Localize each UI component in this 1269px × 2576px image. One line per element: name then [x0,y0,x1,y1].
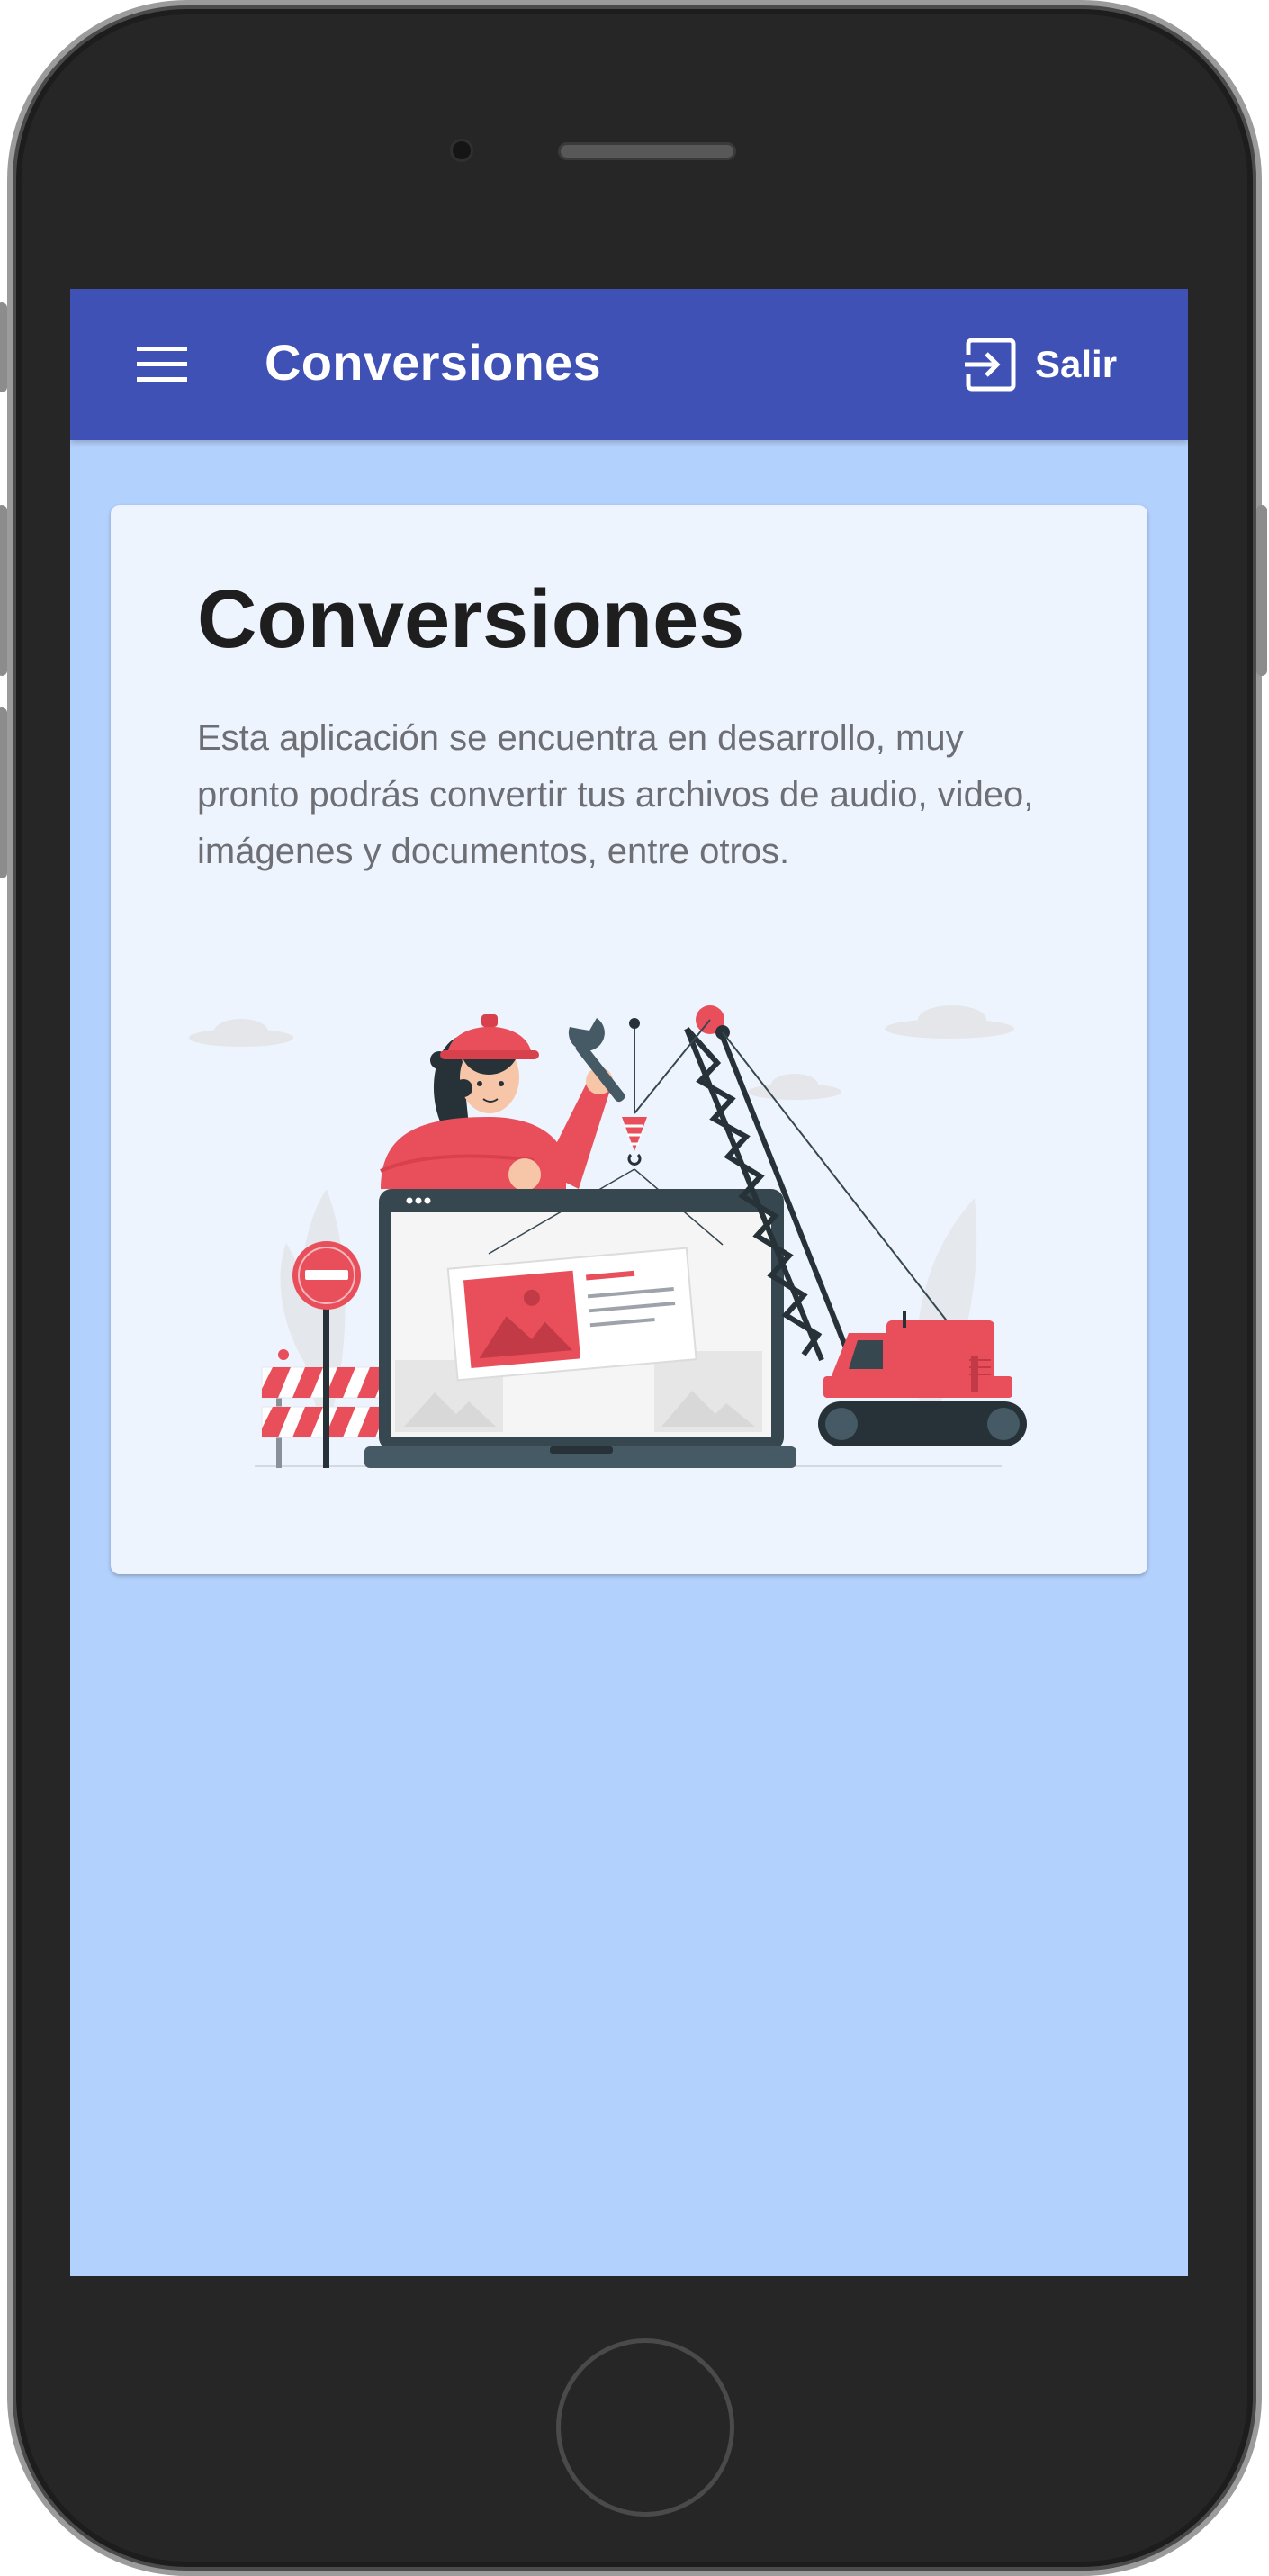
menu-button[interactable] [133,336,191,393]
worker-figure [380,1014,626,1191]
app-bar-title: Conversiones [265,334,601,391]
info-card: Conversiones Esta aplicación se encuentr… [111,505,1148,1574]
phone-volume-up-button [0,505,7,676]
app-bar: Conversiones Salir [70,289,1188,440]
phone-power-button [1256,505,1267,676]
front-camera [450,139,473,162]
home-button[interactable] [556,2338,734,2517]
logout-button[interactable]: Salir [952,330,1128,399]
phone-silent-switch [0,302,7,392]
phone-volume-down-button [0,707,7,878]
laptop-icon [364,1168,796,1468]
logout-icon [965,338,1016,392]
crane-cab [824,1311,1012,1398]
logout-label: Salir [1035,343,1118,385]
under-construction-illustration [189,1005,1027,1468]
menu-icon [137,347,187,382]
app-screen: Conversiones Salir Conversiones Esta apl… [70,289,1188,2276]
earpiece-speaker [558,142,736,160]
